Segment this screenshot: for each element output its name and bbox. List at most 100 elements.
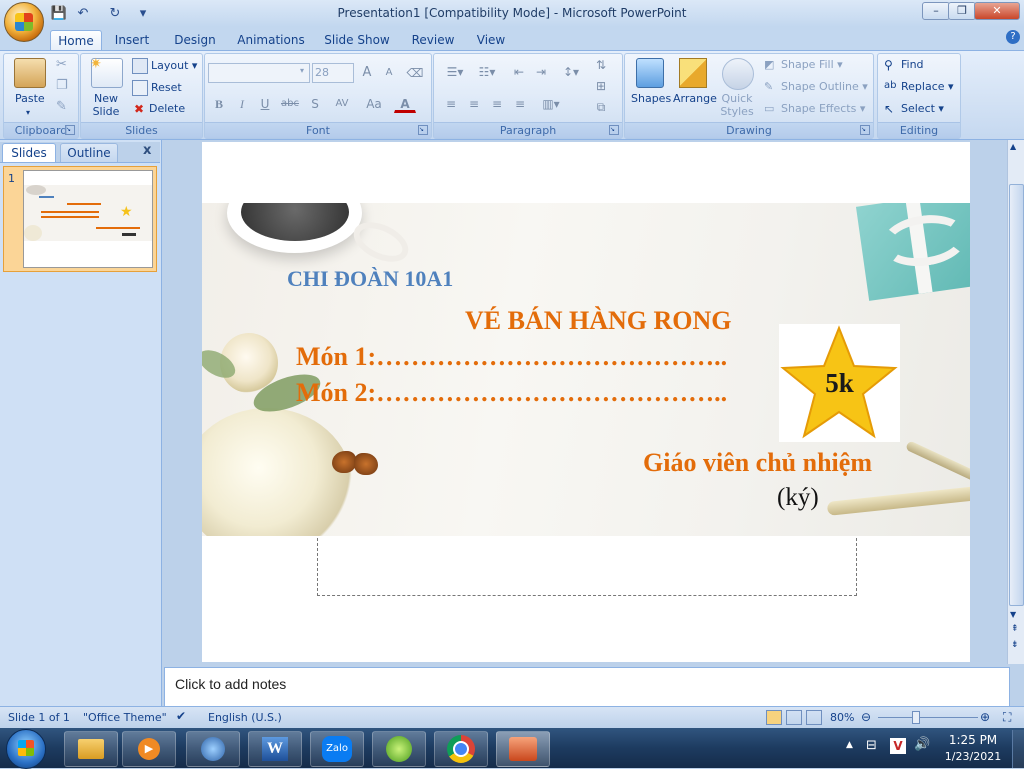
shapes-button[interactable]: Shapes bbox=[631, 92, 671, 105]
ticket-title[interactable]: VÉ BÁN HÀNG RONG bbox=[465, 306, 732, 336]
reset-button[interactable]: Reset bbox=[132, 80, 182, 96]
delete-button[interactable]: ✖ Delete bbox=[132, 102, 185, 116]
network-icon[interactable]: ⊟ bbox=[866, 738, 877, 753]
volume-icon[interactable]: 🔊 bbox=[914, 737, 930, 752]
new-slide-icon[interactable]: ✷ bbox=[90, 56, 123, 88]
minimize-button[interactable]: – bbox=[922, 2, 950, 20]
shape-fill-button[interactable]: ◩ Shape Fill ▾ bbox=[764, 58, 843, 72]
coccoc-taskbar-button[interactable] bbox=[372, 731, 426, 767]
bold-button[interactable]: B bbox=[208, 94, 230, 114]
teacher-signature-label[interactable]: Giáo viên chủ nhiệm bbox=[643, 448, 872, 478]
align-text-icon[interactable]: ⊞ bbox=[590, 76, 612, 96]
font-launcher-icon[interactable]: ↘ bbox=[418, 125, 428, 135]
shadow-button[interactable]: S bbox=[304, 94, 326, 114]
tab-slides[interactable]: Slides bbox=[2, 143, 56, 162]
zoom-level[interactable]: 80% bbox=[830, 711, 854, 724]
tab-slide-show[interactable]: Slide Show bbox=[322, 30, 392, 50]
next-slide-icon[interactable]: ⇟ bbox=[1011, 640, 1019, 650]
font-size-box[interactable]: 28 bbox=[312, 63, 354, 83]
notes-placeholder[interactable]: Click to add notes bbox=[175, 676, 286, 692]
office-button[interactable] bbox=[4, 2, 44, 42]
slide-show-icon[interactable] bbox=[806, 710, 822, 725]
notes-pane[interactable]: Click to add notes bbox=[164, 667, 1010, 707]
spelling-icon[interactable]: ✔ bbox=[176, 709, 186, 723]
numbering-icon[interactable]: ☷▾ bbox=[472, 62, 502, 82]
text-placeholder-box[interactable] bbox=[317, 538, 857, 596]
tab-design[interactable]: Design bbox=[170, 30, 220, 50]
powerpoint-taskbar-button[interactable] bbox=[496, 731, 550, 767]
tab-home[interactable]: Home bbox=[50, 30, 102, 51]
scroll-up-icon[interactable]: ▲ bbox=[1010, 142, 1016, 151]
align-center-icon[interactable]: ≡ bbox=[463, 94, 485, 114]
close-pane-icon[interactable]: x bbox=[143, 143, 151, 158]
zoom-slider-thumb[interactable] bbox=[912, 711, 920, 724]
organization-text[interactable]: CHI ĐOÀN 10A1 bbox=[287, 266, 453, 292]
strikethrough-button[interactable]: abc bbox=[277, 94, 303, 114]
decrease-indent-icon[interactable]: ⇤ bbox=[508, 62, 530, 82]
fit-to-window-icon[interactable]: ⛶ bbox=[1003, 710, 1011, 725]
item-2-line[interactable]: Món 2:………………………………….. bbox=[296, 378, 727, 408]
chrome-taskbar-button[interactable] bbox=[434, 731, 488, 767]
change-case-button[interactable]: Aa bbox=[360, 94, 388, 114]
columns-icon[interactable]: ▥▾ bbox=[536, 94, 566, 114]
clock-date[interactable]: 1/23/2021 bbox=[940, 750, 1006, 763]
underline-button[interactable]: U bbox=[254, 94, 276, 114]
zoom-in-icon[interactable]: ⊕ bbox=[980, 710, 990, 724]
arrange-button[interactable]: Arrange bbox=[673, 92, 717, 105]
slide-sorter-icon[interactable] bbox=[786, 710, 802, 725]
clipboard-launcher-icon[interactable]: ↘ bbox=[65, 125, 75, 135]
close-button[interactable]: ✕ bbox=[974, 2, 1020, 20]
shape-effects-button[interactable]: ▭ Shape Effects ▾ bbox=[764, 102, 865, 116]
replace-button[interactable]: ab Replace ▾ bbox=[884, 80, 954, 94]
sign-label[interactable]: (ký) bbox=[777, 484, 819, 512]
justify-icon[interactable]: ≡ bbox=[509, 94, 531, 114]
start-button[interactable] bbox=[6, 729, 46, 769]
drawing-launcher-icon[interactable]: ↘ bbox=[860, 125, 870, 135]
slide-thumbnail[interactable]: ★ bbox=[23, 170, 153, 268]
arrange-icon[interactable] bbox=[679, 58, 707, 88]
zoom-slider[interactable] bbox=[878, 717, 978, 718]
layout-button[interactable]: Layout ▾ bbox=[132, 58, 197, 74]
tab-animations[interactable]: Animations bbox=[236, 30, 306, 50]
line-spacing-icon[interactable]: ↕▾ bbox=[556, 62, 586, 82]
tab-view[interactable]: View bbox=[472, 30, 510, 50]
help-icon[interactable]: ? bbox=[1006, 30, 1020, 44]
shrink-font-button[interactable]: A bbox=[378, 63, 400, 83]
quick-styles-icon[interactable] bbox=[722, 58, 754, 90]
tab-review[interactable]: Review bbox=[408, 30, 458, 50]
item-1-line[interactable]: Món 1:………………………………….. bbox=[296, 342, 727, 372]
paste-button[interactable]: Paste bbox=[15, 92, 45, 105]
scroll-thumb[interactable] bbox=[1009, 184, 1024, 606]
clock-time[interactable]: 1:25 PM bbox=[940, 733, 1006, 747]
shapes-icon[interactable] bbox=[636, 58, 664, 88]
new-slide-button[interactable]: New Slide bbox=[86, 92, 126, 118]
show-desktop-button[interactable] bbox=[1012, 730, 1024, 768]
clear-formatting-icon[interactable]: ⌫ bbox=[404, 63, 426, 83]
media-center-taskbar-button[interactable] bbox=[186, 731, 240, 767]
font-name-dropdown-icon[interactable]: ▾ bbox=[300, 66, 304, 75]
zoom-out-icon[interactable]: ⊖ bbox=[861, 710, 871, 724]
select-button[interactable]: ↖ Select ▾ bbox=[884, 102, 944, 116]
find-button[interactable]: ⚲ Find bbox=[884, 58, 924, 72]
paste-dropdown-icon[interactable]: ▾ bbox=[26, 108, 30, 117]
vertical-scrollbar[interactable]: ▲ ▼ ⇞ ⇟ bbox=[1007, 140, 1024, 664]
paragraph-launcher-icon[interactable]: ↘ bbox=[609, 125, 619, 135]
align-right-icon[interactable]: ≡ bbox=[486, 94, 508, 114]
increase-indent-icon[interactable]: ⇥ bbox=[530, 62, 552, 82]
bullets-icon[interactable]: ☰▾ bbox=[440, 62, 470, 82]
antivirus-icon[interactable]: V bbox=[890, 738, 906, 754]
zalo-taskbar-button[interactable]: Zalo bbox=[310, 731, 364, 767]
word-taskbar-button[interactable]: W bbox=[248, 731, 302, 767]
tab-outline[interactable]: Outline bbox=[60, 143, 118, 162]
font-name-box[interactable] bbox=[208, 63, 310, 83]
scroll-down-icon[interactable]: ▼ bbox=[1010, 610, 1016, 619]
paste-icon[interactable] bbox=[14, 58, 46, 88]
shape-outline-button[interactable]: ✎ Shape Outline ▾ bbox=[764, 80, 868, 94]
language-status[interactable]: English (U.S.) bbox=[208, 711, 282, 724]
show-hidden-icons[interactable]: ▲ bbox=[846, 740, 853, 750]
tab-insert[interactable]: Insert bbox=[110, 30, 154, 50]
media-player-taskbar-button[interactable]: ▶ bbox=[122, 731, 176, 767]
quick-styles-button[interactable]: Quick Styles bbox=[718, 92, 756, 118]
grow-font-button[interactable]: A bbox=[356, 63, 378, 83]
normal-view-icon[interactable] bbox=[766, 710, 782, 725]
